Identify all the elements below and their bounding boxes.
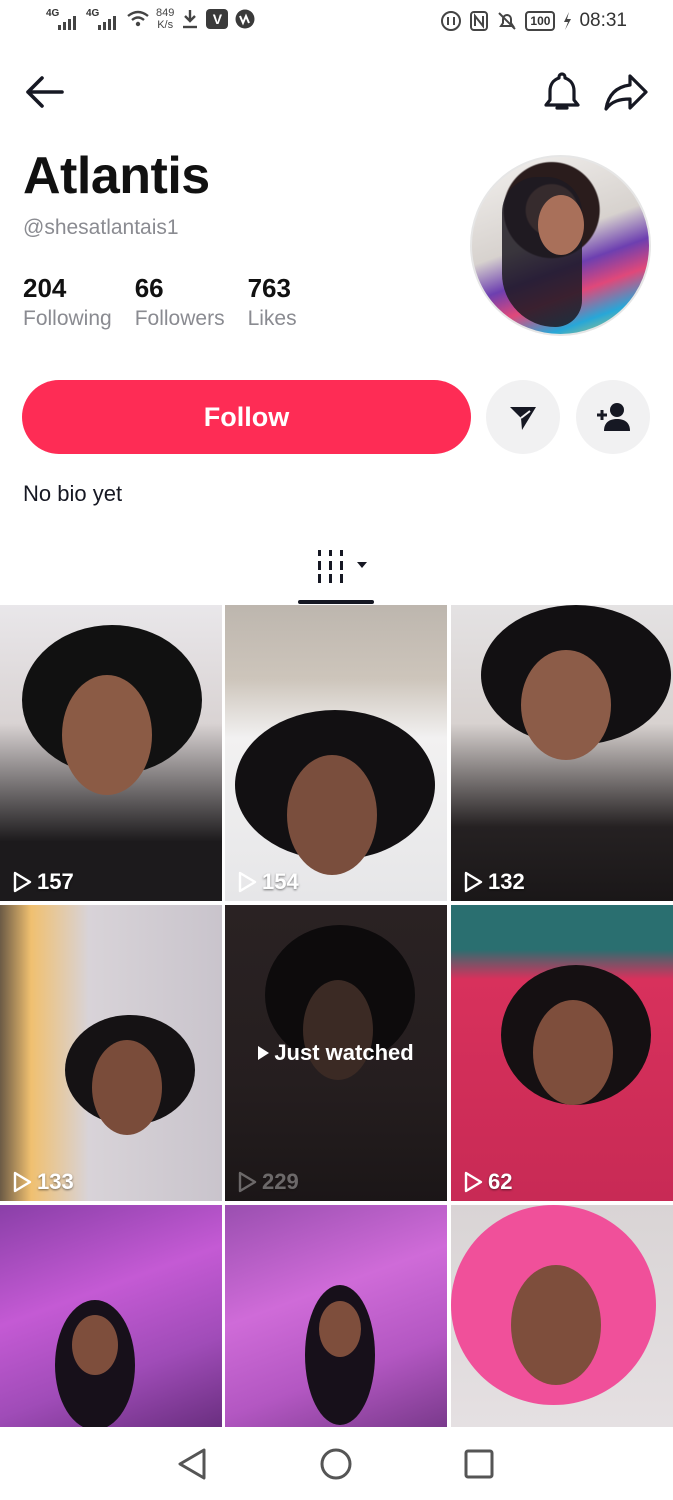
- clock: 08:31: [579, 10, 627, 31]
- system-navigation-bar: [0, 1428, 673, 1500]
- view-count: 133: [11, 1169, 74, 1195]
- view-count: 132: [462, 869, 525, 895]
- nav-recents-button[interactable]: [457, 1442, 501, 1486]
- just-watched-overlay: Just watched: [225, 905, 447, 1201]
- play-outline-icon: [464, 871, 483, 893]
- add-user-icon: [597, 403, 630, 431]
- video-thumbnail[interactable]: [451, 1205, 673, 1427]
- follow-button[interactable]: Follow: [22, 380, 471, 454]
- circle-home-icon: [320, 1448, 352, 1480]
- video-thumbnail[interactable]: 132: [451, 605, 673, 901]
- speed-value: 849: [156, 7, 175, 19]
- send-icon: [510, 407, 536, 430]
- stat-label: Following: [23, 307, 112, 330]
- arrow-left-icon: [26, 76, 64, 108]
- square-recents-icon: [464, 1449, 494, 1479]
- stat-value: 763: [247, 273, 291, 303]
- video-thumbnail[interactable]: [225, 1205, 447, 1427]
- status-right: 100 08:31: [440, 10, 627, 32]
- profile-bio: No bio yet: [23, 481, 123, 506]
- signal-icon: 4G: [46, 6, 80, 32]
- view-count-text: 157: [37, 869, 74, 894]
- grid-columns-icon: [318, 550, 367, 583]
- status-bar: 4G 4G 849 K/s V 100 08:31: [0, 0, 673, 44]
- view-count: 62: [462, 1169, 512, 1195]
- stat-followers[interactable]: 66 Followers: [135, 272, 225, 334]
- stat-likes[interactable]: 763 Likes: [248, 272, 297, 334]
- nav-back-button[interactable]: [171, 1442, 215, 1486]
- stat-value: 66: [134, 273, 164, 303]
- view-count-text: 62: [488, 1169, 513, 1194]
- just-watched-label: Just watched: [274, 1040, 414, 1065]
- stat-following[interactable]: 204 Following: [23, 272, 112, 334]
- profile-stats: 204 Following 66 Followers 763 Likes: [23, 272, 320, 334]
- avatar[interactable]: [470, 155, 651, 336]
- view-count-text: 132: [488, 869, 525, 894]
- data-saver-icon: [441, 11, 462, 31]
- share-button[interactable]: [602, 70, 650, 114]
- charging-icon: [564, 12, 572, 30]
- view-count: 154: [236, 869, 299, 895]
- tab-active-indicator: [298, 600, 374, 604]
- profile-handle: @shesatlantais1: [23, 216, 179, 239]
- network-speed: 849 K/s: [156, 7, 174, 31]
- view-count-text: 154: [262, 869, 299, 894]
- message-button[interactable]: [486, 380, 560, 454]
- play-outline-icon: [464, 1171, 483, 1193]
- nav-home-button[interactable]: [314, 1442, 358, 1486]
- app-v-icon: V: [206, 9, 229, 29]
- status-left: 4G 4G 849 K/s V: [46, 6, 256, 32]
- stat-value: 204: [23, 273, 67, 303]
- nfc-icon: [470, 11, 489, 31]
- notifications-button[interactable]: [540, 70, 584, 114]
- stat-label: Likes: [247, 307, 297, 330]
- view-count-text: 229: [262, 1169, 299, 1194]
- view-count: 157: [11, 869, 74, 895]
- back-button[interactable]: [22, 72, 66, 112]
- download-icon: [183, 10, 198, 29]
- play-icon: [258, 1046, 270, 1060]
- share-arrow-icon: [604, 74, 648, 111]
- signal-icon: 4G: [86, 6, 120, 32]
- battery-indicator: 100: [525, 11, 556, 31]
- play-outline-icon: [238, 1171, 257, 1193]
- play-outline-icon: [13, 871, 32, 893]
- play-outline-icon: [13, 1171, 32, 1193]
- profile-name: Atlantis: [23, 147, 210, 205]
- video-thumbnail-watched[interactable]: Just watched 229: [225, 905, 447, 1201]
- play-outline-icon: [238, 871, 257, 893]
- stat-label: Followers: [134, 307, 225, 330]
- wifi-icon: [127, 10, 149, 27]
- view-count: 229: [236, 1169, 299, 1195]
- tab-videos[interactable]: [316, 548, 374, 586]
- video-thumbnail[interactable]: 154: [225, 605, 447, 901]
- mute-bell-icon: [498, 12, 517, 30]
- speed-unit: K/s: [157, 19, 174, 31]
- video-thumbnail[interactable]: 133: [0, 905, 222, 1201]
- bell-icon: [544, 72, 580, 110]
- add-friend-button[interactable]: [576, 380, 650, 454]
- video-thumbnail[interactable]: 157: [0, 605, 222, 901]
- triangle-back-icon: [178, 1448, 206, 1480]
- view-count-text: 133: [37, 1169, 74, 1194]
- video-thumbnail[interactable]: 62: [451, 905, 673, 1201]
- video-thumbnail[interactable]: [0, 1205, 222, 1427]
- app-notification-icon: [235, 9, 255, 29]
